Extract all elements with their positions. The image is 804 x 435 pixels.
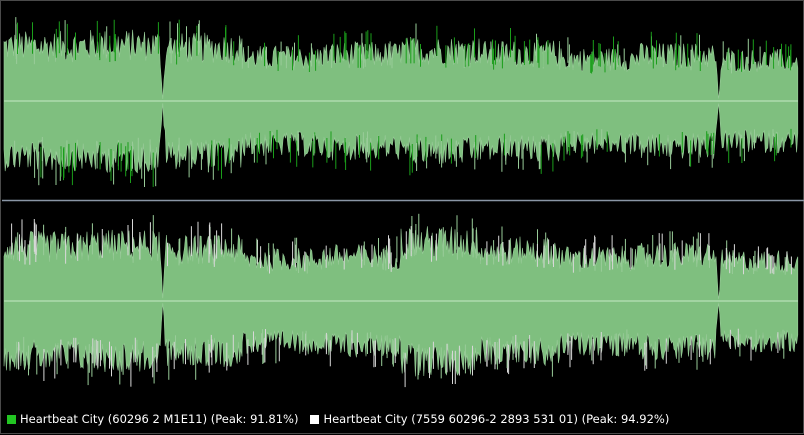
legend-swatch-green	[7, 414, 16, 424]
legend-swatch-white	[310, 414, 320, 424]
legend-label-track-2: Heartbeat City (7559 60296-2 2893 531 01…	[323, 412, 670, 426]
waveform-channel-top[interactable]	[3, 17, 799, 187]
waveform-viewer[interactable]: Heartbeat City (60296 2 M1E11) (Peak: 91…	[0, 0, 804, 434]
legend: Heartbeat City (60296 2 M1E11) (Peak: 91…	[7, 411, 681, 427]
legend-item-track-2: Heartbeat City (7559 60296-2 2893 531 01…	[310, 412, 669, 426]
legend-item-track-1: Heartbeat City (60296 2 M1E11) (Peak: 91…	[7, 412, 298, 426]
waveform-canvas[interactable]	[1, 1, 804, 435]
legend-label-track-1: Heartbeat City (60296 2 M1E11) (Peak: 91…	[20, 412, 299, 426]
waveform-channel-bottom[interactable]	[3, 213, 799, 388]
